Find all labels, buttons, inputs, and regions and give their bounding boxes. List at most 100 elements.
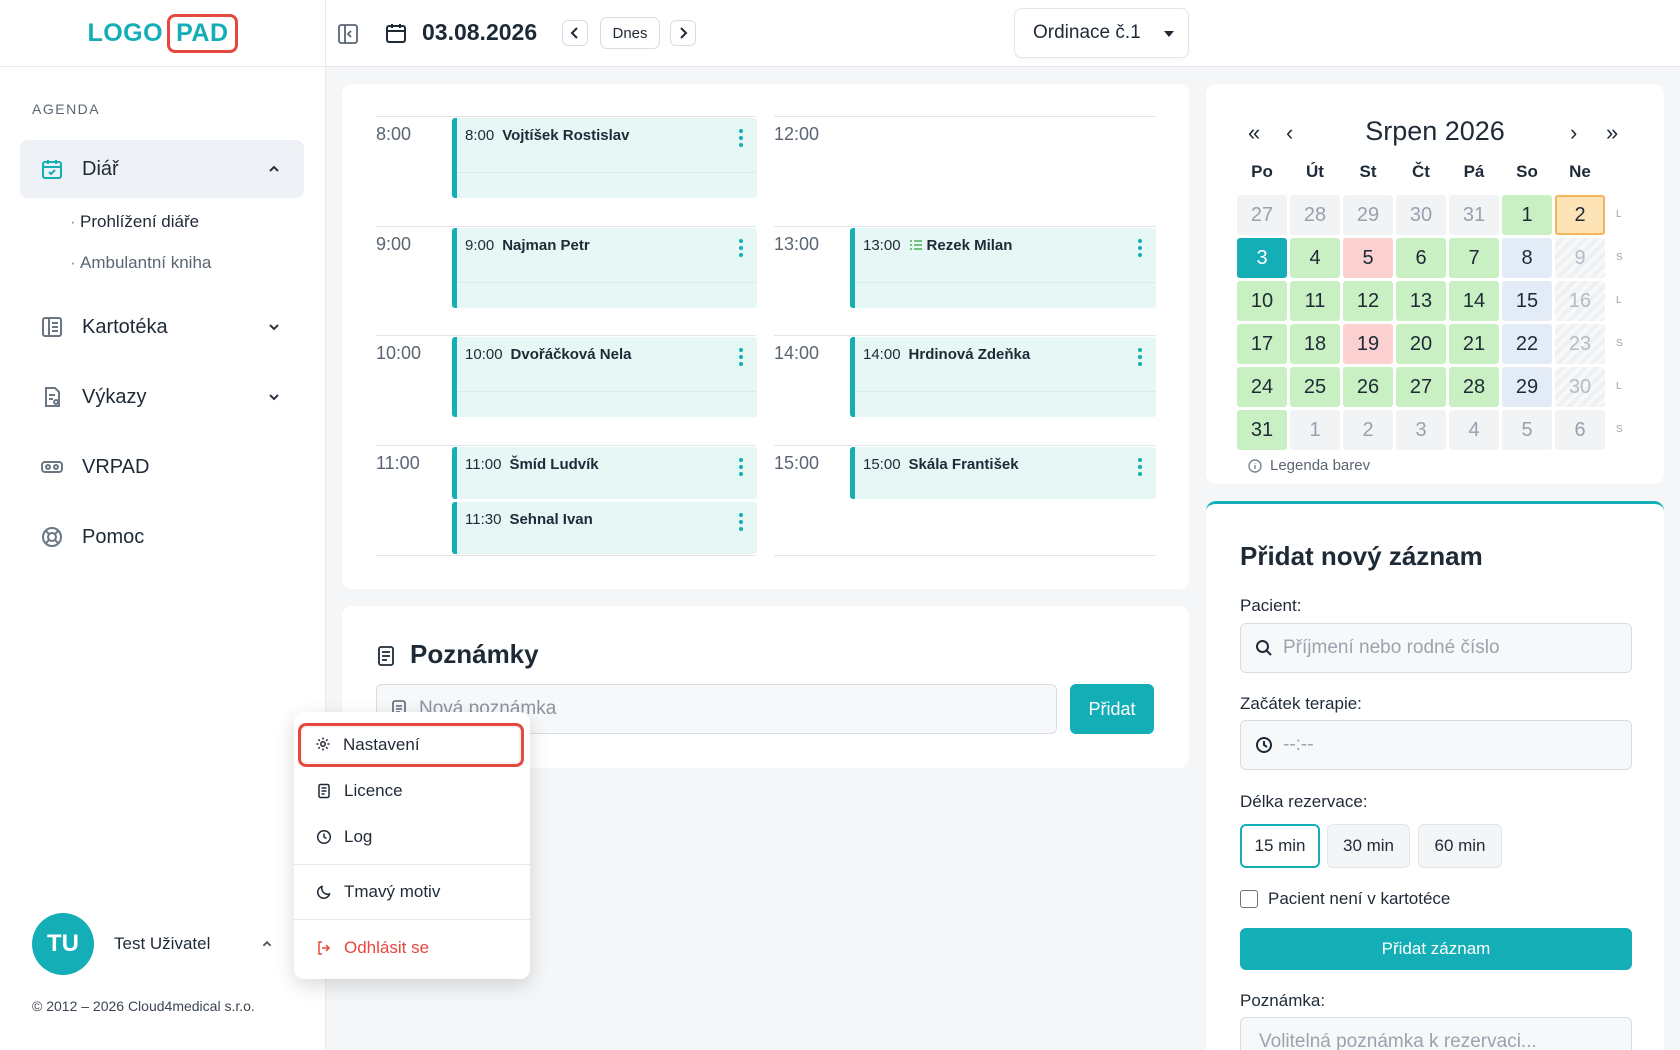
sidebar-item-pomoc[interactable]: Pomoc xyxy=(20,508,304,566)
sidebar-subitem-prohlizeni[interactable]: Prohlížení diáře xyxy=(70,212,199,232)
calendar-day[interactable]: 16 xyxy=(1555,281,1605,321)
logo[interactable]: LOGO PAD xyxy=(87,13,238,53)
calendar-day[interactable]: 29 xyxy=(1502,367,1552,407)
calendar-day-selected[interactable]: 2 xyxy=(1555,195,1605,235)
appointment-card[interactable]: 15:00 Skála František xyxy=(850,447,1156,499)
calendar-day[interactable]: 17 xyxy=(1237,324,1287,364)
reservation-note-placeholder: Volitelná poznámka k rezervaci... xyxy=(1259,1031,1537,1050)
prev-day-button[interactable] xyxy=(562,20,588,46)
appointment-card[interactable]: 11:00 Šmíd Ludvík xyxy=(452,447,757,499)
user-profile[interactable]: TU Test Uživatel xyxy=(32,913,272,975)
menu-item-dark-theme[interactable]: Tmavý motiv xyxy=(308,873,516,911)
appointment-card[interactable]: 13:00 Rezek Milan xyxy=(850,228,1156,308)
appointment-card[interactable]: 11:30 Sehnal Ivan xyxy=(452,502,757,554)
calendar-day[interactable]: 18 xyxy=(1290,324,1340,364)
current-date: 03.08.2026 xyxy=(422,19,538,45)
calendar-day[interactable]: 21 xyxy=(1449,324,1499,364)
weekday-header: Ne xyxy=(1569,162,1591,181)
calendar-day[interactable]: 1 xyxy=(1502,195,1552,235)
calendar-day[interactable]: 31 xyxy=(1237,410,1287,450)
duration-60-button[interactable]: 60 min xyxy=(1418,824,1502,868)
sidebar-item-vykazy[interactable]: Výkazy xyxy=(20,368,304,426)
checkbox-box[interactable] xyxy=(1240,890,1258,908)
week-mark: L xyxy=(1616,209,1622,220)
sidebar-subitem-ambulantni-kniha[interactable]: Ambulantní kniha xyxy=(70,253,211,273)
duration-30-button[interactable]: 30 min xyxy=(1327,824,1410,868)
calendar-day[interactable]: 8 xyxy=(1502,238,1552,278)
appointment-card[interactable]: 10:00 Dvořáčková Nela xyxy=(452,337,757,417)
calendar-day[interactable]: 24 xyxy=(1237,367,1287,407)
calendar-day[interactable]: 4 xyxy=(1290,238,1340,278)
patient-search-input[interactable]: Příjmení nebo rodné číslo xyxy=(1240,623,1632,673)
add-record-button[interactable]: Přidat záznam xyxy=(1240,928,1632,970)
calendar-day[interactable]: 12 xyxy=(1343,281,1393,321)
calendar-day[interactable]: 28 xyxy=(1449,367,1499,407)
more-vertical-icon[interactable] xyxy=(1138,455,1144,477)
calendar-day[interactable]: 11 xyxy=(1290,281,1340,321)
calendar-day[interactable]: 27 xyxy=(1396,367,1446,407)
calendar-day[interactable]: 29 xyxy=(1343,195,1393,235)
menu-divider xyxy=(294,864,530,865)
more-vertical-icon[interactable] xyxy=(739,126,745,148)
user-menu: Nastavení Licence Log Tmavý motiv Odhlás… xyxy=(294,712,530,979)
appointment-card[interactable]: 8:00 Vojtíšek Rostislav xyxy=(452,118,757,198)
appointment-time: 11:00 xyxy=(465,456,502,473)
calendar-day[interactable]: 6 xyxy=(1396,238,1446,278)
menu-item-log[interactable]: Log xyxy=(308,818,516,856)
calendar-day[interactable]: 13 xyxy=(1396,281,1446,321)
color-legend-link[interactable]: Legenda barev xyxy=(1248,457,1370,474)
add-note-button[interactable]: Přidat xyxy=(1070,684,1154,734)
more-vertical-icon[interactable] xyxy=(739,510,745,532)
calendar-day[interactable]: 31 xyxy=(1449,195,1499,235)
calendar-day[interactable]: 25 xyxy=(1290,367,1340,407)
reservation-note-input[interactable]: Volitelná poznámka k rezervaci... xyxy=(1240,1017,1632,1050)
start-time-input[interactable]: --:-- xyxy=(1240,720,1632,770)
duration-15-button[interactable]: 15 min xyxy=(1240,824,1320,868)
more-vertical-icon[interactable] xyxy=(739,345,745,367)
calendar-day[interactable]: 15 xyxy=(1502,281,1552,321)
calendar-day[interactable]: 6 xyxy=(1555,410,1605,450)
more-vertical-icon[interactable] xyxy=(739,455,745,477)
menu-item-settings[interactable]: Nastavení xyxy=(298,723,524,767)
menu-item-logout[interactable]: Odhlásit se xyxy=(308,929,516,967)
first-month-button[interactable]: « xyxy=(1248,120,1260,146)
calendar-day[interactable]: 20 xyxy=(1396,324,1446,364)
next-day-button[interactable] xyxy=(670,20,696,46)
calendar-day[interactable]: 19 xyxy=(1343,324,1393,364)
calendar-day[interactable]: 3 xyxy=(1396,410,1446,450)
sidebar-toggle-icon[interactable] xyxy=(336,22,360,46)
more-vertical-icon[interactable] xyxy=(1138,345,1144,367)
menu-item-licence[interactable]: Licence xyxy=(308,772,516,810)
calendar-day[interactable]: 27 xyxy=(1237,195,1287,235)
calendar-day-today[interactable]: 3 xyxy=(1237,238,1287,278)
sidebar-item-vrpad[interactable]: VRPAD xyxy=(20,438,304,496)
calendar-day[interactable]: 10 xyxy=(1237,281,1287,321)
appointment-card[interactable]: 9:00 Najman Petr xyxy=(452,228,757,308)
calendar-day[interactable]: 9 xyxy=(1555,238,1605,278)
prev-month-button[interactable]: ‹ xyxy=(1286,120,1293,146)
calendar-day[interactable]: 30 xyxy=(1555,367,1605,407)
calendar-day[interactable]: 26 xyxy=(1343,367,1393,407)
calendar-day[interactable]: 5 xyxy=(1502,410,1552,450)
appointment-card[interactable]: 14:00 Hrdinová Zdeňka xyxy=(850,337,1156,417)
more-vertical-icon[interactable] xyxy=(1138,236,1144,258)
clinic-select[interactable]: Ordinace č.1 xyxy=(1014,8,1189,58)
more-vertical-icon[interactable] xyxy=(739,236,745,258)
calendar-day[interactable]: 23 xyxy=(1555,324,1605,364)
calendar-day[interactable]: 4 xyxy=(1449,410,1499,450)
next-month-button[interactable]: › xyxy=(1570,120,1577,146)
calendar-day[interactable]: 30 xyxy=(1396,195,1446,235)
last-month-button[interactable]: » xyxy=(1606,120,1618,146)
calendar-day[interactable]: 22 xyxy=(1502,324,1552,364)
sidebar-item-diar[interactable]: Diář xyxy=(20,140,304,198)
logout-icon xyxy=(316,940,332,956)
calendar-day[interactable]: 2 xyxy=(1343,410,1393,450)
today-button[interactable]: Dnes xyxy=(600,17,660,49)
sidebar-item-kartoteka[interactable]: Kartotéka xyxy=(20,298,304,356)
not-in-registry-checkbox[interactable]: Pacient není v kartotéce xyxy=(1240,889,1450,909)
calendar-day[interactable]: 7 xyxy=(1449,238,1499,278)
calendar-day[interactable]: 5 xyxy=(1343,238,1393,278)
calendar-day[interactable]: 14 xyxy=(1449,281,1499,321)
calendar-day[interactable]: 28 xyxy=(1290,195,1340,235)
calendar-day[interactable]: 1 xyxy=(1290,410,1340,450)
